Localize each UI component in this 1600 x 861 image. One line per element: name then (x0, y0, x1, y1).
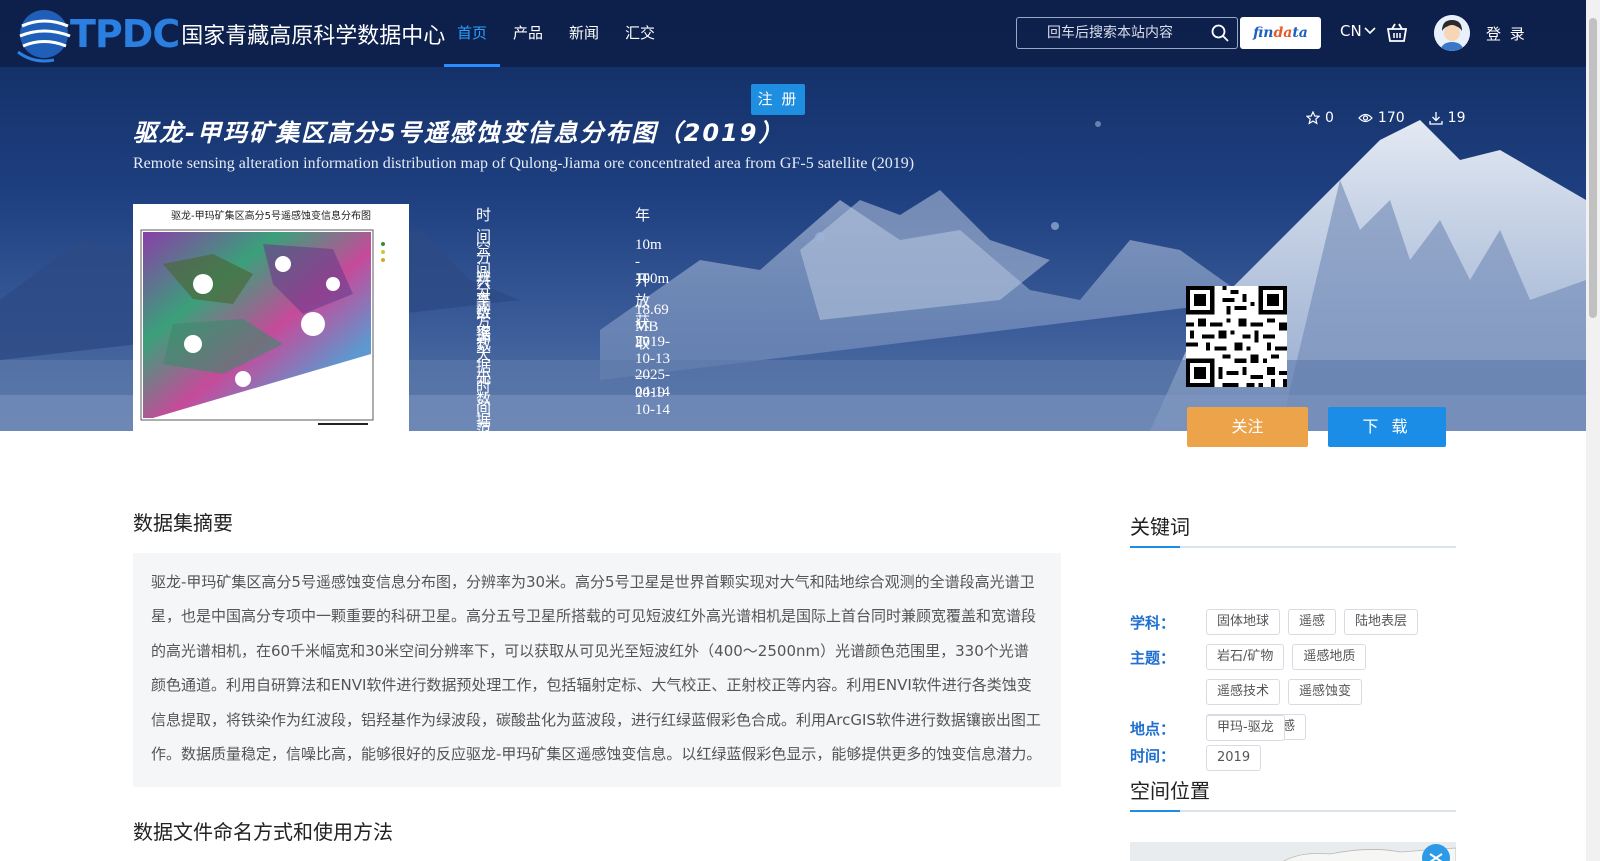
spatial-title-text: 空间位置 (1130, 779, 1210, 803)
map-preview (1283, 844, 1456, 861)
keyword-tag[interactable]: 遥感蚀变 (1288, 679, 1363, 705)
abstract-text: 驱龙-甲玛矿集区高分5号遥感蚀变信息分布图，分辨率为30米。高分5号卫星是世界首… (151, 573, 1042, 764)
hero-banner: TPDC 国家青藏高原科学数据中心 首页 产品 新闻 汇交 findata CN (0, 0, 1586, 431)
keyword-tag[interactable]: 陆地表层 (1344, 609, 1419, 635)
keyword-tag[interactable]: 固体地球 (1206, 609, 1281, 635)
dataset-thumbnail[interactable]: 驱龙-甲玛矿集区高分5号遥感蚀变信息分布图 (133, 204, 409, 431)
keyword-tag[interactable]: 遥感技术 (1206, 679, 1281, 705)
avatar[interactable] (1434, 15, 1470, 51)
page: TPDC 国家青藏高原科学数据中心 首页 产品 新闻 汇交 findata CN (0, 0, 1600, 861)
dataset-title-cn: 驱龙-甲玛矿集区高分5号遥感蚀变信息分布图（2019） (133, 119, 785, 147)
view-count-value: 170 (1377, 110, 1405, 126)
download-count: 19 (1429, 110, 1466, 126)
findata-text-b: da (1273, 25, 1293, 41)
cart-icon[interactable] (1386, 22, 1408, 44)
nav-products[interactable]: 产品 (500, 0, 556, 67)
dataset-title-en: Remote sensing alteration information di… (133, 155, 915, 172)
keyword-tag[interactable]: 遥感 (1288, 609, 1337, 635)
keyword-tag[interactable]: 遥感地质 (1292, 644, 1367, 670)
star-icon (1306, 111, 1320, 125)
globe-logo-icon (17, 10, 71, 63)
download-count-value: 19 (1447, 110, 1466, 126)
register-button[interactable]: 注 册 (751, 84, 805, 115)
meta-value: 2025-04-14 (635, 366, 670, 400)
download-button[interactable]: 下 载 (1328, 407, 1446, 447)
keyword-label: 地点： (1130, 720, 1176, 738)
keywords-title: 关键词 (1130, 511, 1456, 548)
meta-value: 18.69 MB (635, 301, 669, 335)
search-box (1016, 17, 1238, 49)
language-selector[interactable]: CN (1340, 22, 1376, 40)
findata-button[interactable]: findata (1240, 17, 1321, 49)
abstract-box: 驱龙-甲玛矿集区高分5号遥感蚀变信息分布图，分辨率为30米。高分5号卫星是世界首… (133, 553, 1061, 787)
star-count-value: 0 (1325, 110, 1334, 126)
logo-cn-text: 国家青藏高原科学数据中心 (181, 24, 446, 49)
keyword-tags: 固体地球 遥感 陆地表层 (1206, 609, 1456, 644)
spatial-map[interactable] (1130, 842, 1456, 861)
chevron-down-icon (1364, 27, 1376, 35)
thumbnail-title: 驱龙-甲玛矿集区高分5号遥感蚀变信息分布图 (171, 211, 371, 222)
main-nav: 首页 产品 新闻 汇交 (444, 0, 668, 67)
user-avatar-icon (1434, 15, 1470, 51)
qr-code-icon (1186, 286, 1287, 387)
star-count[interactable]: 0 (1306, 110, 1334, 126)
keyword-label: 时间： (1130, 747, 1176, 765)
keyword-label: 学科： (1130, 614, 1176, 632)
keyword-tag[interactable]: 2019 (1206, 745, 1262, 771)
download-icon (1429, 112, 1443, 125)
page-scrollbar[interactable] (1586, 0, 1600, 861)
nav-news[interactable]: 新闻 (556, 0, 612, 67)
qr-code (1186, 286, 1287, 387)
keyword-tag[interactable]: 岩石/矿物 (1206, 644, 1285, 670)
keyword-label: 主题： (1130, 649, 1176, 667)
nav-home[interactable]: 首页 (444, 0, 501, 67)
top-header: TPDC 国家青藏高原科学数据中心 首页 产品 新闻 汇交 findata CN (0, 0, 1586, 67)
alteration-map-image (140, 229, 405, 425)
dataset-stats: 0 170 19 (1306, 110, 1489, 126)
search-input[interactable] (1047, 18, 1197, 48)
meta-key: 元数据更新时间 (476, 368, 492, 429)
eye-icon (1358, 113, 1373, 123)
spatial-title: 空间位置 (1130, 775, 1456, 812)
keyword-tag[interactable]: 甲玛-驱龙 (1206, 715, 1285, 741)
abstract-title: 数据集摘要 (133, 511, 233, 535)
language-label: CN (1340, 22, 1362, 40)
keywords-title-text: 关键词 (1130, 515, 1190, 539)
follow-button[interactable]: 关注 (1187, 407, 1308, 447)
scrollbar-thumb[interactable] (1589, 18, 1597, 318)
search-icon[interactable] (1211, 24, 1229, 42)
view-count: 170 (1358, 110, 1405, 126)
logo-text: TPDC (70, 12, 180, 56)
site-logo[interactable]: TPDC 国家青藏高原科学数据中心 (14, 2, 445, 66)
findata-text-a: fin (1253, 25, 1274, 41)
file-naming-title: 数据文件命名方式和使用方法 (133, 820, 393, 844)
nav-submit[interactable]: 汇交 (612, 0, 668, 67)
sidebar: 关键词 学科： 固体地球 遥感 陆地表层 主题： 岩石/矿物 遥感地质 遥感技术… (1130, 511, 1456, 861)
findata-text-c: ta (1292, 25, 1308, 41)
login-link[interactable]: 登 录 (1486, 23, 1527, 44)
meta-value: 年 (635, 206, 651, 224)
